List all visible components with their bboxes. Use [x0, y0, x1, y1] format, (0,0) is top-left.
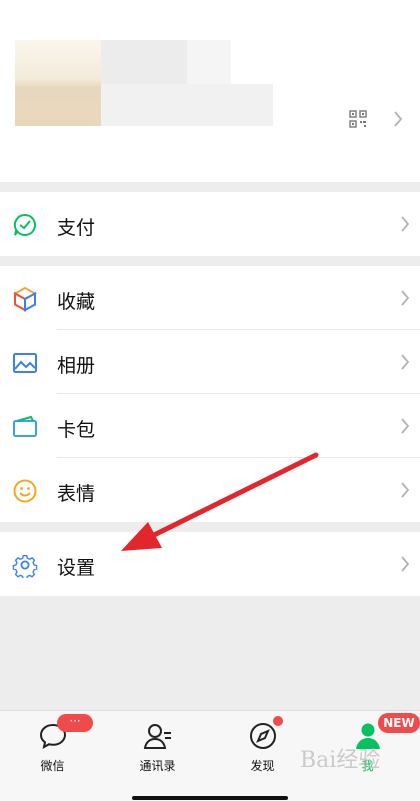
chats-unread-badge: ··· [57, 714, 93, 732]
contacts-person-icon [143, 724, 171, 749]
annotation-arrow-icon [121, 452, 319, 551]
me-new-badge: NEW [378, 713, 420, 733]
tab-contacts[interactable]: 通讯录 [105, 711, 210, 801]
watermark: Bai经验 [300, 748, 381, 773]
tab-label: 微信 [40, 759, 65, 773]
compass-icon [249, 723, 276, 749]
tab-label: 通讯录 [139, 759, 176, 773]
home-indicator [132, 796, 288, 800]
discover-red-dot [273, 716, 283, 726]
